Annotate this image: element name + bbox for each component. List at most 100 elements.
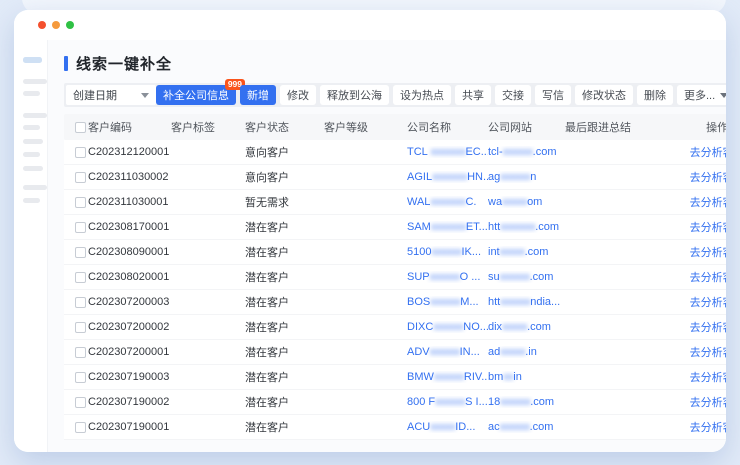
row-checkbox[interactable] [75, 297, 86, 308]
set-as-hotspot-button[interactable]: 设为热点 [393, 85, 451, 105]
customer-status-cell: 暂无需求 [245, 194, 324, 210]
company-name-link[interactable]: BMWxxxxxxRIV... [407, 371, 488, 383]
analyze-customer-link[interactable]: 去分析客户 [645, 269, 726, 285]
visible-text: htt [488, 296, 500, 308]
minimize-window-button[interactable] [52, 21, 60, 29]
table-row: C202308170001潜在客户SAMxxxxxxxET...httxxxxx… [64, 215, 726, 240]
edit-button[interactable]: 修改 [280, 85, 316, 105]
visible-text: in [513, 371, 522, 383]
redacted-text: xxxxxx [434, 371, 464, 383]
share-button[interactable]: 共享 [455, 85, 491, 105]
company-website-link[interactable]: httxxxxxxx.com [488, 221, 565, 233]
complete-company-info-button[interactable]: 补全公司信息999 [156, 85, 236, 105]
sidebar-item-placeholder[interactable] [23, 152, 40, 157]
company-name-link[interactable]: DIXCxxxxxxNO... [407, 321, 488, 333]
redacted-text: xx [503, 371, 513, 383]
redacted-text: xxxxxx [500, 396, 530, 408]
row-checkbox[interactable] [75, 372, 86, 383]
visible-text: IK... [461, 246, 481, 258]
company-name-link[interactable]: ACUxxxxxID... [407, 421, 488, 433]
modify-status-button[interactable]: 修改状态 [575, 85, 633, 105]
visible-text: .com [535, 221, 559, 233]
sidebar-item-placeholder[interactable] [23, 166, 43, 171]
table-row: C202307190003潜在客户BMWxxxxxxRIV...bmxxin去分… [64, 365, 726, 390]
sidebar-item-placeholder[interactable] [23, 91, 40, 96]
delete-button[interactable]: 删除 [637, 85, 673, 105]
analyze-customer-link[interactable]: 去分析客户 [645, 369, 726, 385]
button-label: 写信 [542, 87, 564, 103]
analyze-customer-link[interactable]: 去分析客户 [645, 394, 726, 410]
button-label: 删除 [644, 87, 666, 103]
table-body: C202312120001意向客户TCL xxxxxxxEC...tcl-xxx… [64, 140, 726, 440]
write-email-button[interactable]: 写信 [535, 85, 571, 105]
company-website-link[interactable]: tcl-xxxxxx.com [488, 146, 565, 158]
close-window-button[interactable] [38, 21, 46, 29]
analyze-customer-link[interactable]: 去分析客户 [645, 419, 726, 435]
company-name-link[interactable]: ADVxxxxxxIN... [407, 346, 488, 358]
company-website-link[interactable]: 18xxxxxx.com [488, 396, 565, 408]
sidebar-item-placeholder[interactable] [23, 198, 40, 203]
company-website-link[interactable]: suxxxxxx.com [488, 271, 565, 283]
visible-text: ADV [407, 346, 430, 358]
company-website-link[interactable]: agxxxxxxn [488, 171, 565, 183]
sidebar-item-placeholder[interactable] [23, 113, 47, 118]
row-checkbox[interactable] [75, 197, 86, 208]
toolbar: 创建日期 补全公司信息999新增修改释放到公海设为热点共享交接写信修改状态删除更… [64, 83, 726, 107]
more-button[interactable]: 更多... [677, 85, 726, 105]
sidebar-item-active[interactable] [23, 57, 42, 63]
company-website-link[interactable]: adxxxxx.in [488, 346, 565, 358]
row-checkbox[interactable] [75, 322, 86, 333]
analyze-customer-link[interactable]: 去分析客户 [645, 294, 726, 310]
zoom-window-button[interactable] [66, 21, 74, 29]
company-name-link[interactable]: AGILxxxxxxxHN... [407, 171, 488, 183]
visible-text: BMW [407, 371, 434, 383]
release-to-public-pool-button[interactable]: 释放到公海 [320, 85, 389, 105]
handover-button[interactable]: 交接 [495, 85, 531, 105]
date-filter-select[interactable]: 创建日期 [66, 85, 156, 105]
analyze-customer-link[interactable]: 去分析客户 [645, 244, 726, 260]
company-name-link[interactable]: BOSxxxxxxM... [407, 296, 488, 308]
row-checkbox[interactable] [75, 397, 86, 408]
sidebar-item-placeholder[interactable] [23, 125, 40, 130]
company-website-link[interactable]: dixxxxxx.com [488, 321, 565, 333]
customer-code-cell: C202307200001 [88, 346, 171, 358]
analyze-customer-link[interactable]: 去分析客户 [645, 344, 726, 360]
customer-code-cell: C202307200003 [88, 296, 171, 308]
company-name-link[interactable]: 5100xxxxxxIK... [407, 246, 488, 258]
company-name-link[interactable]: SAMxxxxxxxET... [407, 221, 488, 233]
company-website-link[interactable]: httxxxxxxndia... [488, 296, 565, 308]
sidebar-item-placeholder[interactable] [23, 185, 47, 190]
company-website-link[interactable]: acxxxxxx.com [488, 421, 565, 433]
row-checkbox[interactable] [75, 347, 86, 358]
visible-text: EC... [465, 146, 488, 158]
row-checkbox[interactable] [75, 172, 86, 183]
sidebar-item-placeholder[interactable] [23, 79, 47, 84]
company-website-link[interactable]: bmxxin [488, 371, 565, 383]
company-name-link[interactable]: SUPxxxxxxO ... [407, 271, 488, 283]
row-checkbox[interactable] [75, 222, 86, 233]
sidebar-item-placeholder[interactable] [23, 139, 43, 144]
analyze-customer-link[interactable]: 去分析客户 [645, 194, 726, 210]
column-header: 操作 [645, 119, 726, 135]
row-checkbox[interactable] [75, 272, 86, 283]
visible-text: DIXC [407, 321, 433, 333]
table-row: C202307190001潜在客户ACUxxxxxID...acxxxxxx.c… [64, 415, 726, 440]
company-name-link[interactable]: TCL xxxxxxxEC... [407, 146, 488, 158]
analyze-customer-link[interactable]: 去分析客户 [645, 319, 726, 335]
add-new-button[interactable]: 新增 [240, 85, 276, 105]
table-row: C202308020001潜在客户SUPxxxxxxO ...suxxxxxx.… [64, 265, 726, 290]
row-checkbox[interactable] [75, 247, 86, 258]
analyze-customer-link[interactable]: 去分析客户 [645, 219, 726, 235]
company-website-link[interactable]: waxxxxxom [488, 196, 565, 208]
button-label: 设为热点 [400, 87, 444, 103]
company-name-link[interactable]: WALxxxxxxxC. [407, 196, 488, 208]
analyze-customer-link[interactable]: 去分析客户 [645, 169, 726, 185]
row-checkbox[interactable] [75, 422, 86, 433]
row-checkbox[interactable] [75, 147, 86, 158]
select-all-checkbox[interactable] [75, 122, 86, 133]
chevron-down-icon [141, 93, 149, 98]
company-website-link[interactable]: intxxxxx.com [488, 246, 565, 258]
customer-status-cell: 潜在客户 [245, 319, 324, 335]
company-name-link[interactable]: 800 FxxxxxxS I... [407, 396, 488, 408]
analyze-customer-link[interactable]: 去分析客户 [645, 144, 726, 160]
